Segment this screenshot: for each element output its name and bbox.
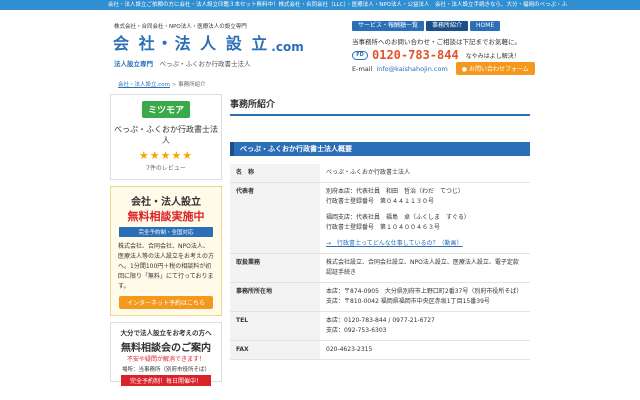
email-row: E-mail info@kaishahojin.com ● お問い合わせフォーム: [352, 62, 535, 75]
nav-office[interactable]: 事務所紹介: [426, 21, 469, 31]
row-line: 本店：0120-783-844 / 0977-21-6727: [326, 317, 435, 324]
phone-number[interactable]: 0120-783-844: [372, 48, 459, 62]
row-label: TEL: [230, 311, 320, 341]
phone-note: なやみはよし解決！: [465, 52, 520, 60]
row-value: 株式会社設立、合同会社設立、NPO法人設立、医療法人設立、電子定款認証手続き: [320, 253, 530, 283]
table-row: TEL 本店：0120-783-844 / 0977-21-6727 支店：09…: [230, 311, 530, 341]
row-line: 株式会社設立、合同会社設立、NPO法人設立、医療法人設立、電子定款認証手続き: [326, 259, 519, 276]
nav-services[interactable]: サービス・報酬額一覧: [352, 21, 425, 31]
breadcrumb-current: 事務所紹介: [178, 82, 206, 88]
row-label: 取扱業務: [230, 253, 320, 283]
review-widget[interactable]: ミツモア べっぷ・ふくおか行政書士法人 ★★★★★ 7件のレビュー: [110, 94, 222, 180]
logo-tag-prefix: 法人設立専門: [114, 60, 153, 68]
row-line: 支店：〒810-0042 福岡県福岡市中央区赤坂1丁目15番39号: [326, 298, 490, 305]
row-label: 事務所所在地: [230, 282, 320, 312]
mitsumoa-logo: ミツモア: [141, 101, 190, 118]
consult-subtitle: 無料相談実施中: [111, 208, 221, 224]
logo-text: 会 社・法 人 設 立: [113, 34, 270, 53]
inquiry-form-label: お問い合わせフォーム: [468, 66, 529, 73]
row-value: 別府本店：代表社員 和田 哲治（わだ てつじ） 行政書士登録番号 第０４４１１３…: [320, 182, 530, 254]
table-row: 代表者 別府本店：代表社員 和田 哲治（わだ てつじ） 行政書士登録番号 第０４…: [230, 182, 530, 254]
breadcrumb-separator: >: [171, 82, 177, 88]
site-logo[interactable]: 会 社・法 人 設 立 .com: [113, 32, 304, 54]
consult-badge: 完全予約制・全国対応: [119, 227, 213, 237]
guide-location: 場所：当事務所（別府市役所そば）: [121, 367, 210, 373]
internet-reservation-button[interactable]: インターネット予約はこちら: [119, 296, 213, 309]
logo-dotcom: .com: [271, 40, 304, 54]
announcement-bar: 会社・法人設立ご依頼の方に会社・法人設立印鑑３本セット無料中！株式会社・合同会社…: [0, 0, 640, 10]
guide-reserve: 完全予約制！毎日開催中！: [121, 375, 211, 386]
logo-subtitle: 株式会社・合同会社・NPO法人・医療法人の設立専門: [114, 24, 247, 30]
breadcrumb-home[interactable]: 会社・法人設立.com: [118, 82, 170, 88]
consult-title: 会社・法人設立: [131, 197, 201, 208]
contact-message: 当事務所へのお問い合わせ・ご相談は下記までお気軽に。: [352, 38, 521, 46]
star-rating: ★★★★★: [138, 149, 194, 162]
guide-title: 無料相談会のご案内: [121, 343, 211, 354]
video-link[interactable]: → 行政書士ってどんな仕事しているの？（動画）: [326, 239, 524, 249]
breadcrumb: 会社・法人設立.com > 事務所紹介: [118, 80, 206, 88]
nav-home[interactable]: HOME: [470, 21, 501, 31]
consult-subtitle-rest: 相談実施中: [149, 210, 205, 223]
global-nav: サービス・報酬額一覧 事務所紹介 HOME: [352, 21, 501, 31]
table-row: 取扱業務 株式会社設立、合同会社設立、NPO法人設立、医療法人設立、電子定款認証…: [230, 253, 530, 283]
office-info-table: 名 称 べっぷ・ふくおか行政書士法人 代表者 別府本店：代表社員 和田 哲治（わ…: [230, 164, 530, 360]
section-heading: べっぷ・ふくおか行政書士法人概要: [230, 142, 530, 156]
main-content: 事務所紹介 べっぷ・ふくおか行政書士法人概要 名 称 べっぷ・ふくおか行政書士法…: [230, 94, 530, 360]
review-office-name: べっぷ・ふくおか行政書士法人: [114, 125, 218, 145]
chevron-right-icon: ●: [461, 66, 469, 73]
free-consult-banner: 会社・法人設立 無料相談実施中 完全予約制・全国対応 株式会社、合同会社、NPO…: [110, 186, 222, 316]
row-value: 本店：0120-783-844 / 0977-21-6727 支店：092-75…: [320, 311, 530, 341]
freedial-icon: FD: [352, 50, 368, 60]
email-label: E-mail: [352, 64, 373, 73]
table-row: 事務所所在地 本店：〒874-0905 大分県別府市上野口町2番37号（別府市役…: [230, 282, 530, 312]
row-label: FAX: [230, 340, 320, 360]
sidebar: ミツモア べっぷ・ふくおか行政書士法人 ★★★★★ 7件のレビュー 会社・法人設…: [110, 94, 222, 388]
logo-tag-text: べっぷ・ふくおか行政書士法人: [159, 60, 251, 68]
email-link[interactable]: info@kaishahojin.com: [376, 65, 447, 73]
logo-tagline: 法人設立専門 べっぷ・ふくおか行政書士法人: [114, 58, 251, 68]
guide-tagline: 不安や疑問が解消できます！: [126, 356, 205, 363]
table-row: FAX 020-4623-2315: [230, 340, 530, 360]
row-value: 本店：〒874-0905 大分県別府市上野口町2番37号（別府市役所そば） 支店…: [320, 282, 530, 312]
row-label: 代表者: [230, 182, 320, 254]
row-line: べっぷ・ふくおか行政書士法人: [326, 169, 411, 176]
site-header: 株式会社・合同会社・NPO法人・医療法人の設立専門 会 社・法 人 設 立 .c…: [0, 10, 640, 75]
row-line: 福岡支店：代表社員 福島 卓（ふくしま すぐる）: [326, 214, 470, 221]
row-line: 支店：092-753-6303: [326, 327, 387, 334]
phone-row: FD 0120-783-844 なやみはよし解決！: [352, 48, 520, 62]
row-label: 名 称: [230, 164, 320, 183]
row-value: べっぷ・ふくおか行政書士法人: [320, 164, 530, 183]
row-line: 別府本店：代表社員 和田 哲治（わだ てつじ）: [326, 188, 464, 195]
row-line: 行政書士登録番号 第０４４１１３０号: [326, 198, 435, 205]
consult-free: 無料: [127, 210, 150, 223]
row-line: 本店：〒874-0905 大分県別府市上野口町2番37号（別府市役所そば）: [326, 288, 523, 295]
row-line: 行政書士登録番号 第１０４００４６３号: [326, 224, 441, 231]
consult-session-banner[interactable]: 大分で法人設立をお考えの方へ 無料相談会のご案内 不安や疑問が解消できます！ 場…: [110, 322, 222, 386]
inquiry-form-button[interactable]: ● お問い合わせフォーム: [455, 62, 535, 75]
table-row: 名 称 べっぷ・ふくおか行政書士法人: [230, 164, 530, 183]
row-line: 020-4623-2315: [326, 346, 373, 353]
review-count[interactable]: 7件のレビュー: [111, 163, 221, 172]
page-title: 事務所紹介: [230, 94, 530, 116]
consult-text: 株式会社、合同会社、NPO法人、医療法人等の法人設立をお考えの方へ。1分間100…: [118, 243, 215, 290]
row-value: 020-4623-2315: [320, 340, 530, 360]
guide-heading: 大分で法人設立をお考えの方へ: [120, 329, 212, 337]
